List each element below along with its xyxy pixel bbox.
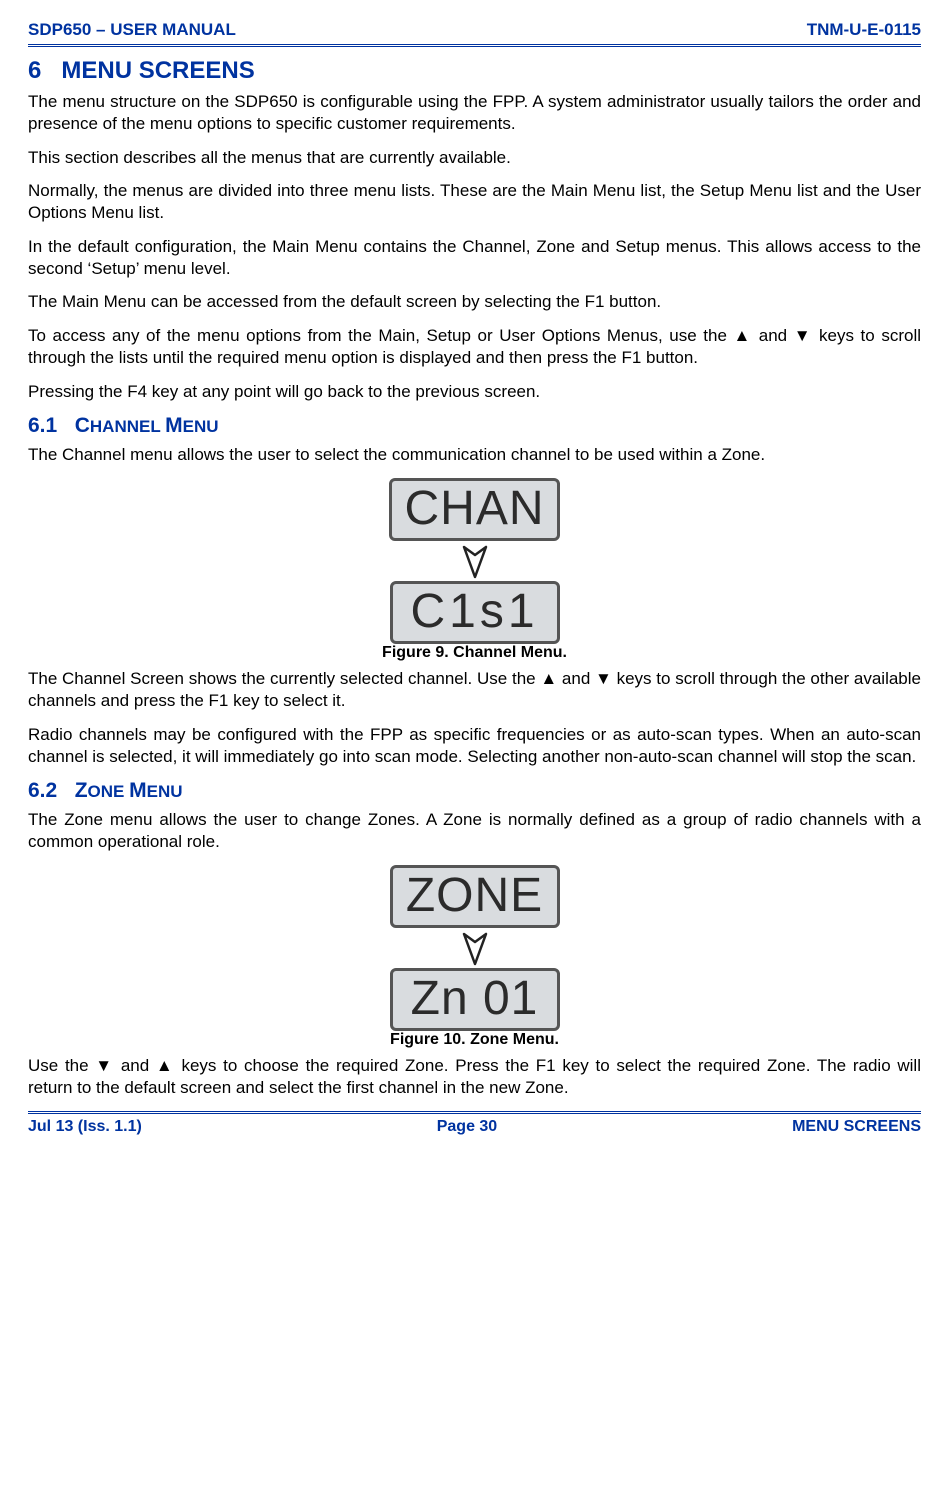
arrow-down-icon [460, 930, 490, 966]
section-6-p3: Normally, the menus are divided into thr… [28, 180, 921, 224]
section-6-2-number: 6.2 [28, 779, 57, 802]
section-6-1-p1: The Channel menu allows the user to sele… [28, 444, 921, 466]
header-rule [28, 44, 921, 47]
section-6-number: 6 [28, 57, 41, 84]
figure-10-lcd-bottom: Zn 01 [390, 968, 560, 1031]
section-6-1-rest1: HANNEL [90, 417, 165, 436]
section-6-2-cap2: M [129, 779, 147, 802]
figure-10-caption: Figure 10. Zone Menu. [28, 1031, 921, 1049]
figure-9-caption: Figure 9. Channel Menu. [28, 644, 921, 662]
figure-9-lcd-top: CHAN [389, 478, 559, 541]
figure-10-lcd-top: ZONE [390, 865, 560, 928]
section-6-p7: Pressing the F4 key at any point will go… [28, 381, 921, 403]
section-6-2-rest1: ONE [88, 782, 130, 801]
header-right: TNM-U-E-0115 [807, 20, 921, 40]
section-6-2-title: 6.2 ZONE MENU [28, 779, 921, 803]
figure-9-lcd-bottom: C1s1 [390, 581, 560, 644]
footer-left: Jul 13 (Iss. 1.1) [28, 1118, 142, 1136]
section-6-text: MENU SCREENS [61, 57, 254, 84]
section-6-p6: To access any of the menu options from t… [28, 325, 921, 369]
figure-10: ZONE Zn 01 Figure 10. Zone Menu. [28, 865, 921, 1049]
section-6-1-cap2: M [165, 414, 183, 437]
section-6-1-p2: The Channel Screen shows the currently s… [28, 668, 921, 712]
section-6-1-title: 6.1 CHANNEL MENU [28, 414, 921, 438]
section-6-p5: The Main Menu can be accessed from the d… [28, 291, 921, 313]
section-6-p1: The menu structure on the SDP650 is conf… [28, 91, 921, 135]
section-6-2-rest2: ENU [147, 782, 183, 801]
section-6-1-p3: Radio channels may be configured with th… [28, 724, 921, 768]
figure-9: CHAN C1s1 Figure 9. Channel Menu. [28, 478, 921, 662]
section-6-title: 6 MENU SCREENS [28, 57, 921, 85]
footer-right: MENU SCREENS [792, 1118, 921, 1136]
section-6-1-number: 6.1 [28, 414, 57, 437]
header-left: SDP650 – USER MANUAL [28, 20, 236, 40]
section-6-2-p1: The Zone menu allows the user to change … [28, 809, 921, 853]
section-6-1-cap1: C [75, 414, 90, 437]
section-6-2-p2: Use the ▼ and ▲ keys to choose the requi… [28, 1055, 921, 1099]
section-6-1-rest2: ENU [183, 417, 219, 436]
section-6-p2: This section describes all the menus tha… [28, 147, 921, 169]
footer-rule [28, 1111, 921, 1114]
section-6-2-cap1: Z [75, 779, 88, 802]
arrow-down-icon [460, 543, 490, 579]
section-6-p4: In the default configuration, the Main M… [28, 236, 921, 280]
footer-center: Page 30 [437, 1118, 497, 1136]
